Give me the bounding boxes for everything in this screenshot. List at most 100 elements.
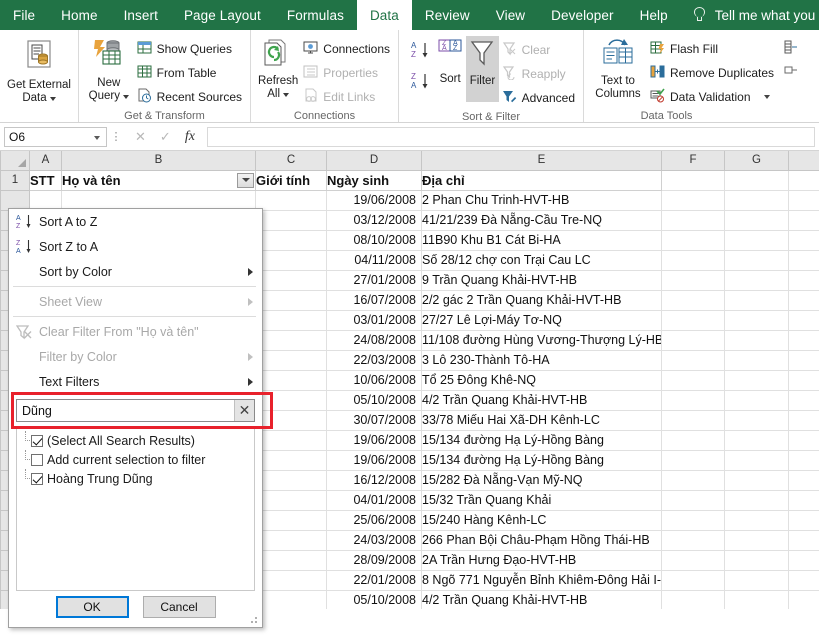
cell-gioi-tinh[interactable] xyxy=(256,530,327,550)
cell-E1-dia-chi[interactable]: Địa chỉ xyxy=(422,170,662,190)
cell-h[interactable] xyxy=(789,530,819,550)
cell-dia-chi[interactable]: Tổ 25 Đông Khê-NQ xyxy=(422,370,662,390)
cell-g[interactable] xyxy=(725,330,789,350)
menu-item-text-filters[interactable]: Text Filters xyxy=(9,369,262,394)
cell-g[interactable] xyxy=(725,350,789,370)
cell-f[interactable] xyxy=(662,490,725,510)
text-to-columns-button[interactable]: Text to Columns xyxy=(589,36,647,101)
cell-dia-chi[interactable]: 27/27 Lê Lợi-Máy Tơ-NQ xyxy=(422,310,662,330)
cell-ngay-sinh[interactable]: 24/03/2008 xyxy=(327,530,422,550)
tell-me-search[interactable]: Tell me what you want to xyxy=(681,0,819,30)
cell-f[interactable] xyxy=(662,330,725,350)
cell-dia-chi[interactable]: 15/282 Đà Nẵng-Vạn Mỹ-NQ xyxy=(422,470,662,490)
filter-search-box[interactable]: Dũng ✕ xyxy=(16,399,255,422)
cell-dia-chi[interactable]: 2/2 gác 2 Trần Quang Khải-HVT-HB xyxy=(422,290,662,310)
cell-h[interactable] xyxy=(789,230,819,250)
cell-f[interactable] xyxy=(662,430,725,450)
advanced-filter-button[interactable]: Advanced xyxy=(499,87,578,109)
cancel-button[interactable]: Cancel xyxy=(143,596,216,618)
list-item[interactable]: Hoàng Trung Dũng xyxy=(19,469,252,488)
tab-formulas[interactable]: Formulas xyxy=(274,0,357,30)
cell-gioi-tinh[interactable] xyxy=(256,330,327,350)
cell-B1-ho-va-ten[interactable]: Họ và tên xyxy=(62,170,256,190)
menu-item-sort-z-to-a[interactable]: Z A Sort Z to A xyxy=(9,234,262,259)
cell-gioi-tinh[interactable] xyxy=(256,250,327,270)
cell-g[interactable] xyxy=(725,190,789,210)
tab-home[interactable]: Home xyxy=(48,0,110,30)
cell-h[interactable] xyxy=(789,410,819,430)
cell-f[interactable] xyxy=(662,250,725,270)
new-query-button[interactable]: New Query xyxy=(84,36,134,103)
cell-F1[interactable] xyxy=(662,170,725,190)
cell-h[interactable] xyxy=(789,510,819,530)
cell-gioi-tinh[interactable] xyxy=(256,570,327,590)
filter-value-list[interactable]: (Select All Search Results) Add current … xyxy=(16,426,255,591)
sort-ascending-icon[interactable]: A Z xyxy=(410,40,430,65)
close-icon[interactable]: ✕ xyxy=(135,129,146,145)
cell-h[interactable] xyxy=(789,250,819,270)
cell-ngay-sinh[interactable]: 05/10/2008 xyxy=(327,590,422,609)
cell-h[interactable] xyxy=(789,270,819,290)
cell-gioi-tinh[interactable] xyxy=(256,510,327,530)
clear-search-icon[interactable]: ✕ xyxy=(234,400,254,421)
filter-button[interactable]: Filter xyxy=(466,36,498,102)
chevron-down-icon[interactable] xyxy=(50,97,56,101)
column-header-partial[interactable] xyxy=(789,151,819,170)
row-header-1[interactable]: 1 xyxy=(1,170,30,190)
cell-gioi-tinh[interactable] xyxy=(256,390,327,410)
cell-gioi-tinh[interactable] xyxy=(256,350,327,370)
cell-D1-ngay-sinh[interactable]: Ngày sinh xyxy=(327,170,422,190)
cell-dia-chi[interactable]: 2A Trần Hưng Đạo-HVT-HB xyxy=(422,550,662,570)
cell-g[interactable] xyxy=(725,510,789,530)
chevron-down-icon[interactable] xyxy=(283,93,289,97)
chevron-down-icon[interactable] xyxy=(94,136,100,140)
cell-gioi-tinh[interactable] xyxy=(256,230,327,250)
cell-h[interactable] xyxy=(789,430,819,450)
cell-dia-chi[interactable]: 15/134 đường Hạ Lý-Hồng Bàng xyxy=(422,450,662,470)
filter-dropdown-button-b[interactable] xyxy=(237,173,254,188)
tab-file[interactable]: File xyxy=(0,0,48,30)
list-item[interactable]: Add current selection to filter xyxy=(19,450,252,469)
cell-g[interactable] xyxy=(725,470,789,490)
flash-fill-button[interactable]: Flash Fill xyxy=(647,38,777,60)
cell-h[interactable] xyxy=(789,330,819,350)
cell-g[interactable] xyxy=(725,390,789,410)
cell-stt[interactable] xyxy=(30,190,62,210)
cell-g[interactable] xyxy=(725,430,789,450)
cell-gioi-tinh[interactable] xyxy=(256,590,327,609)
cell-ngay-sinh[interactable]: 22/01/2008 xyxy=(327,570,422,590)
cell-ngay-sinh[interactable]: 03/01/2008 xyxy=(327,310,422,330)
cell-h[interactable] xyxy=(789,350,819,370)
insert-function-icon[interactable]: fx xyxy=(185,129,195,145)
filter-search-input[interactable]: Dũng xyxy=(22,404,234,418)
cell-ngay-sinh[interactable]: 16/07/2008 xyxy=(327,290,422,310)
cell-ngay-sinh[interactable]: 19/06/2008 xyxy=(327,430,422,450)
cell-g[interactable] xyxy=(725,270,789,290)
cell-dia-chi[interactable]: 15/134 đường Hạ Lý-Hồng Bàng xyxy=(422,430,662,450)
cell-f[interactable] xyxy=(662,210,725,230)
cell-f[interactable] xyxy=(662,410,725,430)
column-header-A[interactable]: A xyxy=(30,151,62,170)
cell-f[interactable] xyxy=(662,550,725,570)
cell-ngay-sinh[interactable]: 19/06/2008 xyxy=(327,450,422,470)
cell-ngay-sinh[interactable]: 08/10/2008 xyxy=(327,230,422,250)
cell-ngay-sinh[interactable]: 03/12/2008 xyxy=(327,210,422,230)
cell-dia-chi[interactable]: 2 Phan Chu Trinh-HVT-HB xyxy=(422,190,662,210)
row-header[interactable] xyxy=(1,190,30,210)
name-box[interactable]: O6 xyxy=(4,127,107,147)
cell-dia-chi[interactable]: 4/2 Trần Quang Khải-HVT-HB xyxy=(422,390,662,410)
cell-f[interactable] xyxy=(662,530,725,550)
cell-ngay-sinh[interactable]: 24/08/2008 xyxy=(327,330,422,350)
cell-gioi-tinh[interactable] xyxy=(256,290,327,310)
formula-input[interactable] xyxy=(207,127,815,147)
cell-ngay-sinh[interactable]: 28/09/2008 xyxy=(327,550,422,570)
connections-button[interactable]: Connections xyxy=(300,38,393,60)
cell-h[interactable] xyxy=(789,190,819,210)
relationships-button[interactable] xyxy=(781,62,801,84)
cell-dia-chi[interactable]: 8 Ngõ 771 Nguyễn Bỉnh Khiêm-Đông Hải I-H… xyxy=(422,570,662,590)
cell-dia-chi[interactable]: 33/78 Miếu Hai Xã-DH Kênh-LC xyxy=(422,410,662,430)
cell-h[interactable] xyxy=(789,450,819,470)
cell-gioi-tinh[interactable] xyxy=(256,550,327,570)
cell-h[interactable] xyxy=(789,570,819,590)
from-table-button[interactable]: From Table xyxy=(134,62,245,84)
